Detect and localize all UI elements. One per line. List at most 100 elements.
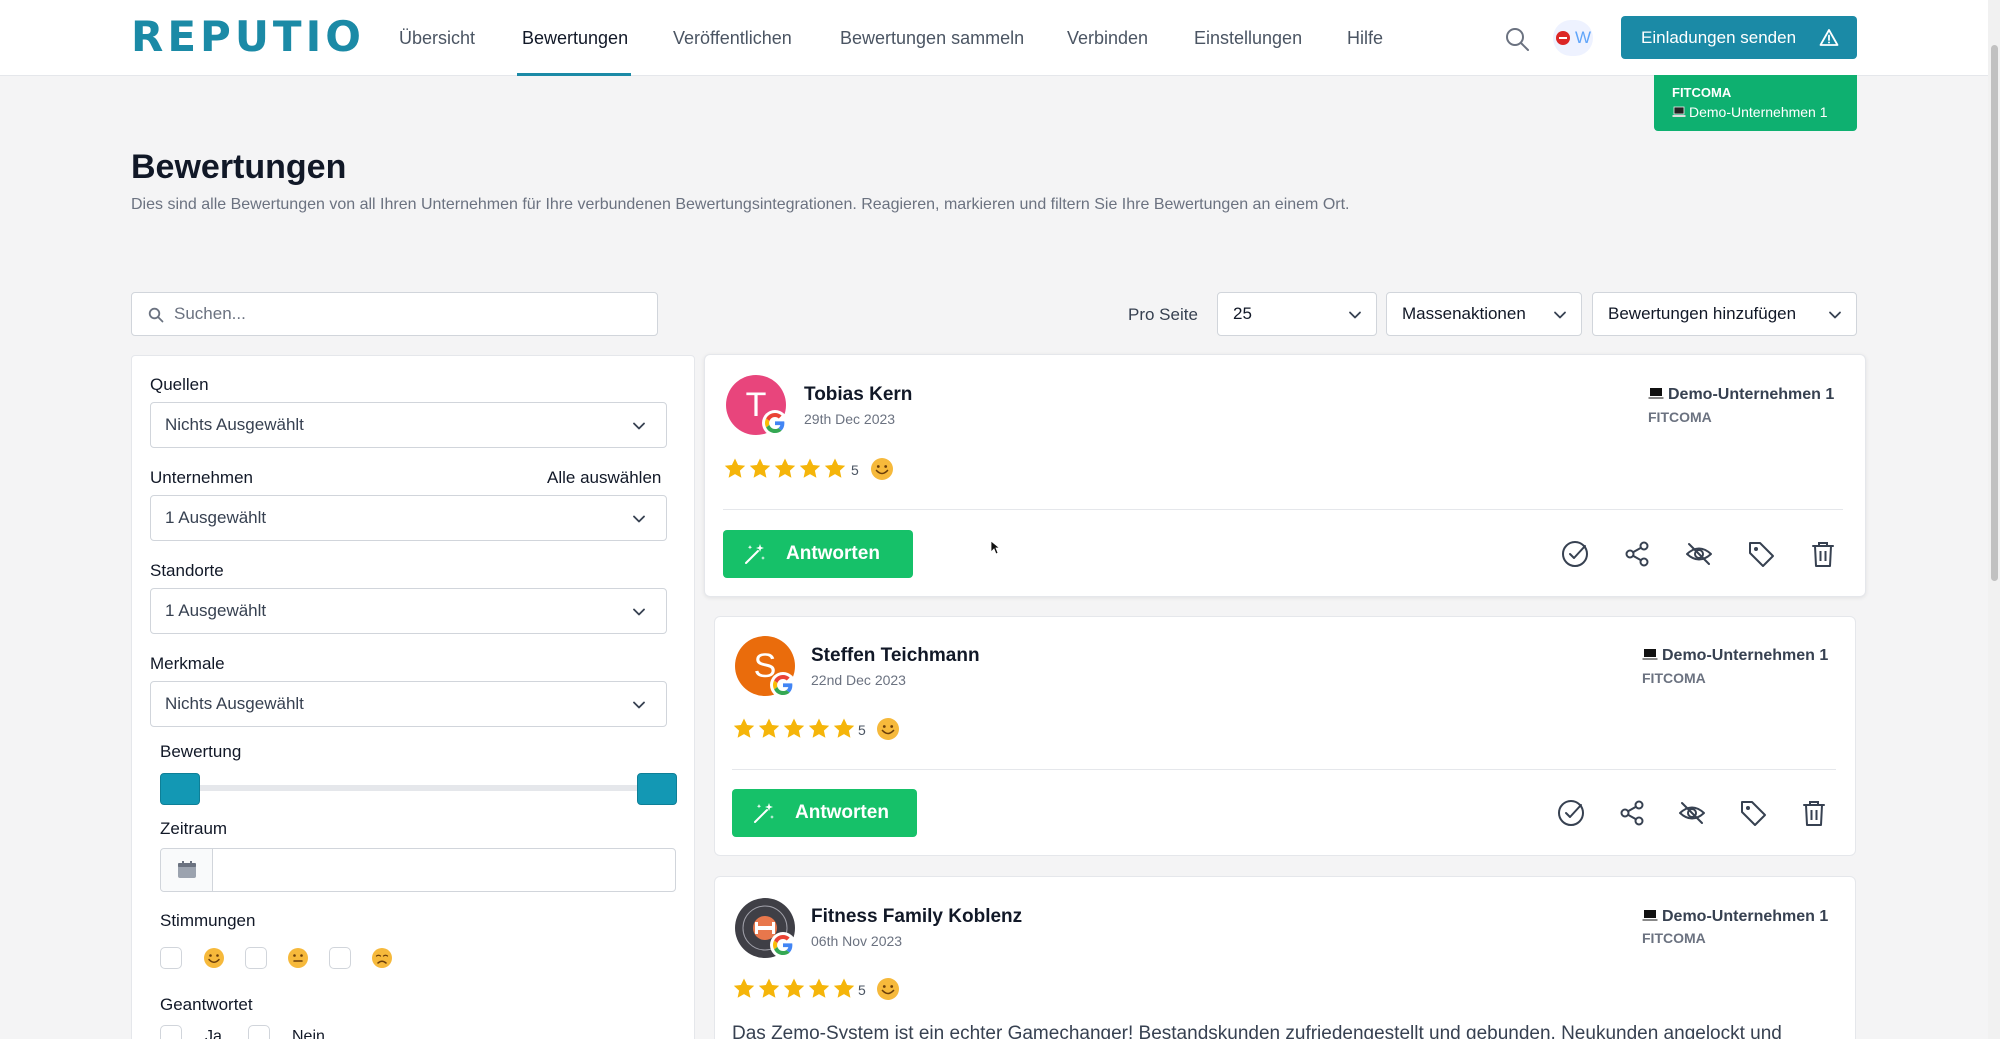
sources-select[interactable]: Nichts Ausgewählt [150,402,667,448]
star-rating [723,457,848,481]
features-value: Nichts Ausgewählt [165,694,304,713]
sad-face-icon [372,948,392,968]
star-icon [799,458,821,478]
nav-item-einstellungen[interactable]: Einstellungen [1194,26,1302,50]
google-icon [773,935,793,955]
chevron-down-icon [633,608,645,616]
nav-item-bewertungen-sammeln[interactable]: Bewertungen sammeln [840,26,1024,50]
star-icon [783,718,805,738]
per-page-select[interactable]: 25 [1217,292,1377,336]
review-company: Demo-Unternehmen 1 [1648,385,1834,405]
rating-score: 5 [858,722,866,738]
moods-label: Stimmungen [160,911,256,930]
companies-value: 1 Ausgewählt [165,508,267,527]
search-input[interactable] [174,293,644,335]
company-badge-org: FITCOMA [1672,85,1732,100]
per-page-value: 25 [1233,304,1252,323]
star-icon [774,458,796,478]
rating-score: 5 [858,982,866,998]
hide-icon[interactable] [1684,539,1714,569]
star-icon [824,458,846,478]
locations-value: 1 Ausgewählt [165,601,267,620]
happy-face-icon [877,978,899,1000]
star-icon [833,718,855,738]
search-icon [148,307,164,323]
calendar-button[interactable] [161,849,213,891]
answered-no-label: Nein [292,1028,325,1039]
review-company: Demo-Unternehmen 1 [1642,907,1828,927]
share-icon[interactable] [1617,798,1647,828]
magic-wand-icon [754,803,774,823]
reviewer-name: Tobias Kern [804,384,913,405]
mood-negative-checkbox[interactable] [329,947,351,969]
share-icon[interactable] [1622,539,1652,569]
chevron-down-icon [1349,311,1361,319]
send-invitations-button[interactable]: Einladungen senden [1621,16,1857,59]
happy-face-icon [871,458,893,480]
bulk-actions-dropdown[interactable]: Massenaktionen [1386,292,1582,336]
nav-item-veroeffentlichen[interactable]: Veröffentlichen [673,26,792,50]
delete-icon[interactable] [1808,539,1838,569]
language-letter: W [1575,28,1592,47]
reputio-logo[interactable]: REPUTIO [131,16,365,58]
mood-positive-checkbox[interactable] [160,947,182,969]
chevron-down-icon [633,515,645,523]
active-company-badge[interactable]: FITCOMA Demo-Unternehmen 1 [1654,75,1857,131]
mood-neutral-checkbox[interactable] [245,947,267,969]
delete-icon[interactable] [1799,798,1829,828]
mark-done-icon[interactable] [1556,798,1586,828]
card-divider [732,769,1836,770]
rating-range-track[interactable] [163,785,673,791]
nav-item-verbinden[interactable]: Verbinden [1067,26,1148,50]
search-icon[interactable] [1504,26,1530,52]
nav-item-bewertungen[interactable]: Bewertungen [522,26,628,50]
reviewer-name: Fitness Family Koblenz [811,906,1023,927]
hide-icon[interactable] [1677,798,1707,828]
laptop-icon [1648,388,1664,399]
review-text: Das Zemo-System ist ein echter Gamechang… [732,1023,1782,1039]
tag-icon[interactable] [1738,798,1768,828]
star-icon [749,458,771,478]
chevron-down-icon [1554,311,1566,319]
scrollbar-thumb[interactable] [1991,45,1998,581]
answered-yes-checkbox[interactable] [160,1025,182,1039]
star-icon [724,458,746,478]
review-org: FITCOMA [1642,670,1706,686]
add-reviews-dropdown[interactable]: Bewertungen hinzufügen [1592,292,1857,336]
review-search-box [131,292,658,336]
language-flag-icon [1556,31,1570,45]
star-icon [808,718,830,738]
company-badge-company: Demo-Unternehmen 1 [1672,103,1839,121]
rating-range-max-handle[interactable] [637,773,677,805]
rating-range-min-handle[interactable] [160,773,200,805]
laptop-icon [1642,649,1658,660]
review-date: 06th Nov 2023 [811,933,903,949]
review-date: 22nd Dec 2023 [811,672,906,688]
nav-item-uebersicht[interactable]: Übersicht [399,26,475,50]
star-icon [783,978,805,998]
star-icon [833,978,855,998]
answered-no-checkbox[interactable] [248,1025,270,1039]
features-select[interactable]: Nichts Ausgewählt [150,681,667,727]
star-icon [808,978,830,998]
reply-button[interactable]: Antworten [732,789,917,837]
google-source-badge [762,410,788,436]
chevron-down-icon [633,701,645,709]
select-all-link[interactable]: Alle auswählen [547,467,661,489]
period-date-field[interactable] [160,848,676,892]
companies-label: Unternehmen [150,468,254,487]
page-subtitle: Dies sind alle Bewertungen von all Ihren… [131,196,1350,213]
mark-done-icon[interactable] [1560,539,1590,569]
laptop-icon [1672,106,1686,117]
reply-button[interactable]: Antworten [723,530,913,578]
locations-select[interactable]: 1 Ausgewählt [150,588,667,634]
chevron-down-icon [633,422,645,430]
calendar-icon [178,861,196,878]
tag-icon[interactable] [1746,539,1776,569]
nav-item-hilfe[interactable]: Hilfe [1347,26,1383,50]
answered-label: Geantwortet [160,995,253,1014]
companies-select[interactable]: 1 Ausgewählt [150,495,667,541]
star-rating [732,977,857,1001]
features-label: Merkmale [150,654,225,673]
rating-score: 5 [851,462,859,478]
